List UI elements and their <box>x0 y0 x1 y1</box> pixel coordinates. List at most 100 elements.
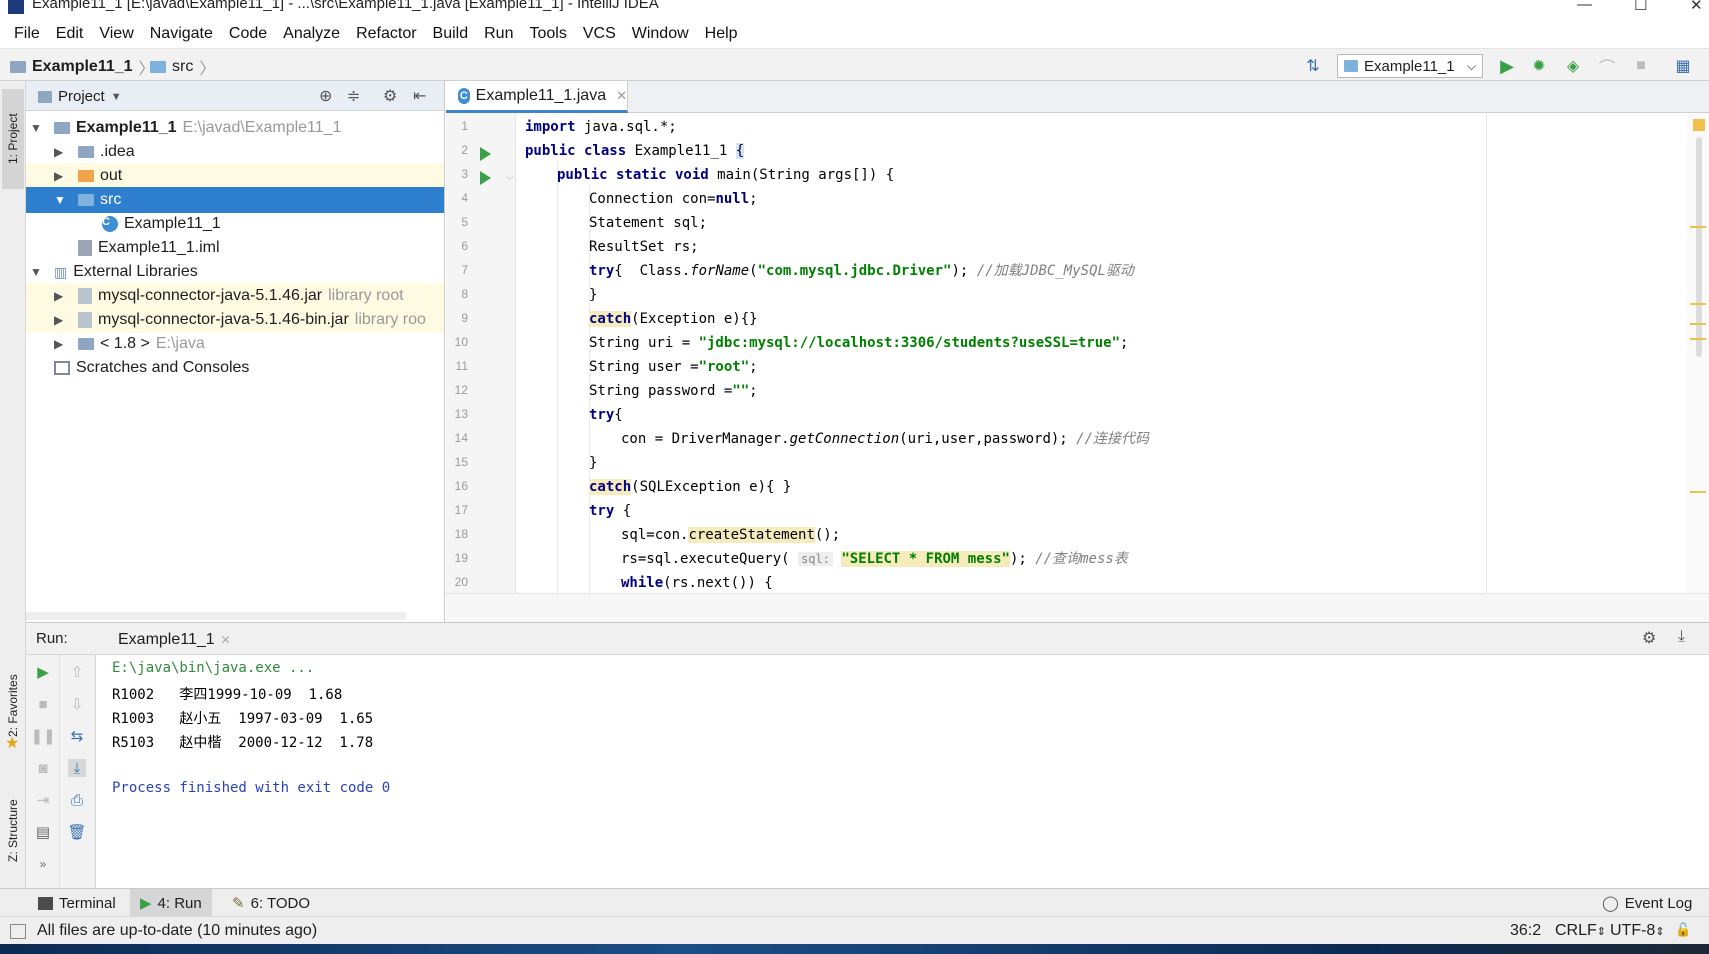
pause-icon[interactable]: ❚❚ <box>30 727 55 745</box>
project-view-select[interactable]: Project ▼ <box>38 88 122 105</box>
collapsed-arrow-icon: ▶ <box>54 313 64 327</box>
menu-refactor[interactable]: Refactor <box>348 25 424 43</box>
tree-item-project-root[interactable]: ▼ Example11_1 E:\javad\Example11_1 <box>26 115 444 141</box>
menu-navigate[interactable]: Navigate <box>142 25 221 43</box>
warning-marker[interactable] <box>1690 303 1706 305</box>
menu-run[interactable]: Run <box>476 25 521 43</box>
breadcrumb-separator-icon: 〉 <box>199 61 216 78</box>
tree-item-path-hint: E:\javad\Example11_1 <box>182 119 342 136</box>
stop-icon[interactable]: ■ <box>1632 57 1650 75</box>
caret-position[interactable]: 36:2 <box>1510 922 1541 940</box>
warning-marker[interactable] <box>1690 323 1706 325</box>
line-number: 5 <box>461 215 468 229</box>
down-arrow-icon[interactable]: ⇩ <box>68 695 86 713</box>
coverage-icon[interactable]: ◈ <box>1564 57 1582 75</box>
analysis-status-icon[interactable] <box>1693 119 1705 131</box>
tree-item-jar-2[interactable]: ▶ mysql-connector-java-5.1.46-bin.jar li… <box>26 307 444 333</box>
menu-tools[interactable]: Tools <box>521 25 574 43</box>
tree-item-jdk[interactable]: ▶ < 1.8 > E:\java <box>26 331 444 357</box>
layout-icon[interactable]: ▤ <box>34 823 52 841</box>
menu-build[interactable]: Build <box>425 25 477 43</box>
tree-item-out[interactable]: ▶ out <box>26 163 444 189</box>
exit-icon[interactable]: ⇥ <box>34 791 52 809</box>
warning-marker[interactable] <box>1690 491 1706 493</box>
run-tab-example11_1[interactable]: Example11_1 ✕ <box>86 623 231 656</box>
todo-tool-button[interactable]: ✎ 6: TODO <box>222 889 320 917</box>
menu-edit[interactable]: Edit <box>48 25 92 43</box>
tree-item-external-libraries[interactable]: ▼ ▥ External Libraries <box>26 259 444 285</box>
run-main-gutter-icon[interactable] <box>480 171 491 185</box>
project-panel-title: Project <box>58 88 105 105</box>
horizontal-scrollbar[interactable] <box>26 612 406 620</box>
code-line-1: import java.sql.*; <box>525 119 677 135</box>
console-output[interactable]: E:\java\bin\java.exe ... R1002 李四1999-10… <box>97 655 1709 888</box>
lock-icon[interactable]: 🔓 <box>1675 922 1691 938</box>
close-icon[interactable]: ✕ <box>1690 0 1703 14</box>
rerun-icon[interactable]: ▶ <box>34 663 52 681</box>
scroll-to-end-icon[interactable]: ⤓ <box>68 759 86 777</box>
run-icon[interactable]: ▶ <box>1498 56 1516 76</box>
warning-marker[interactable] <box>1690 226 1706 228</box>
clear-trash-icon[interactable]: 🗑 <box>67 823 86 841</box>
output-folder-icon <box>78 170 94 182</box>
code-editor[interactable]: import java.sql.*; public class Example1… <box>517 113 1687 593</box>
debug-icon[interactable]: ✹ <box>1530 57 1548 75</box>
run-configuration-select[interactable]: Example11_1 ⌵ <box>1337 54 1483 78</box>
tree-item-idea[interactable]: ▶ .idea <box>26 139 444 165</box>
editor-gutter[interactable]: 1 2 3 4 5 6 7 8 9 10 11 12 13 14 15 16 1… <box>446 113 516 593</box>
libraries-icon: ▥ <box>54 263 68 280</box>
editor-error-stripe[interactable] <box>1687 113 1709 593</box>
code-line-18: sql=con.createStatement(); <box>621 527 841 543</box>
up-arrow-icon[interactable]: ⇧ <box>68 663 86 681</box>
project-tool-tab[interactable]: 1: Project <box>2 89 24 189</box>
stop-icon[interactable]: ■ <box>34 695 52 713</box>
java-class-icon: C <box>102 216 118 232</box>
tree-item-scratches[interactable]: Scratches and Consoles <box>26 355 444 381</box>
editor-tab-example11_1[interactable]: C Example11_1.java ✕ <box>446 81 628 113</box>
settings-gear-icon[interactable]: ⚙ <box>1642 628 1656 648</box>
warning-marker[interactable] <box>1690 338 1706 340</box>
fold-icon[interactable]: ⌵ <box>506 172 514 183</box>
more-icon[interactable]: » <box>34 855 52 873</box>
profile-icon[interactable]: ⌒ <box>1598 57 1616 77</box>
line-number: 13 <box>454 407 468 421</box>
tree-item-jar-1[interactable]: ▶ mysql-connector-java-5.1.46.jar librar… <box>26 283 444 309</box>
close-tab-icon[interactable]: ✕ <box>616 88 627 104</box>
structure-tool-tab[interactable]: Z: Structure <box>2 776 24 886</box>
collapse-all-icon[interactable]: ≑ <box>347 86 360 106</box>
run-class-gutter-icon[interactable] <box>480 147 491 161</box>
gear-icon[interactable]: ⚙ <box>383 86 397 106</box>
breadcrumb-src[interactable]: src 〉 <box>150 55 215 79</box>
menu-window[interactable]: Window <box>624 25 697 43</box>
build-project-icon[interactable]: ⇅ <box>1304 57 1322 75</box>
menu-view[interactable]: View <box>91 25 141 43</box>
event-log-button[interactable]: ◯ Event Log <box>1592 889 1702 917</box>
terminal-tool-button[interactable]: Terminal <box>28 889 126 917</box>
hide-icon[interactable]: ⤓ <box>1678 628 1685 646</box>
project-structure-icon[interactable]: ▦ <box>1674 57 1692 75</box>
menu-code[interactable]: Code <box>221 25 275 43</box>
camera-icon[interactable]: ◙ <box>34 759 52 777</box>
encoding-selector[interactable]: UTF-8⇕ <box>1610 922 1665 940</box>
menu-analyze[interactable]: Analyze <box>275 25 348 43</box>
close-tab-icon[interactable]: ✕ <box>221 633 231 647</box>
status-message[interactable]: All files are up-to-date (10 minutes ago… <box>37 922 317 940</box>
scratches-icon <box>54 361 70 375</box>
tree-item-iml[interactable]: Example11_1.iml <box>26 235 444 261</box>
menu-help[interactable]: Help <box>697 25 746 43</box>
minimize-icon[interactable]: — <box>1577 0 1592 13</box>
locate-icon[interactable]: ⊕ <box>319 86 332 106</box>
toggle-tool-windows-icon[interactable] <box>10 924 26 939</box>
menu-vcs[interactable]: VCS <box>575 25 624 43</box>
breadcrumb-project[interactable]: Example11_1 〉 <box>10 55 155 79</box>
print-icon[interactable]: ⎙ <box>68 791 86 809</box>
menu-file[interactable]: File <box>6 25 48 43</box>
hide-panel-icon[interactable]: ⇤ <box>413 86 426 106</box>
run-tool-button[interactable]: ▶ 4: Run <box>130 889 212 917</box>
soft-wrap-icon[interactable]: ⇆ <box>68 727 86 745</box>
line-separator-selector[interactable]: CRLF⇕ <box>1555 922 1606 940</box>
tree-item-src[interactable]: ▼ src <box>26 187 444 213</box>
code-line-16: catch(SQLException e){ } <box>589 479 792 495</box>
maximize-icon[interactable]: ☐ <box>1634 0 1647 14</box>
tree-item-class-file[interactable]: C Example11_1 <box>26 211 444 237</box>
